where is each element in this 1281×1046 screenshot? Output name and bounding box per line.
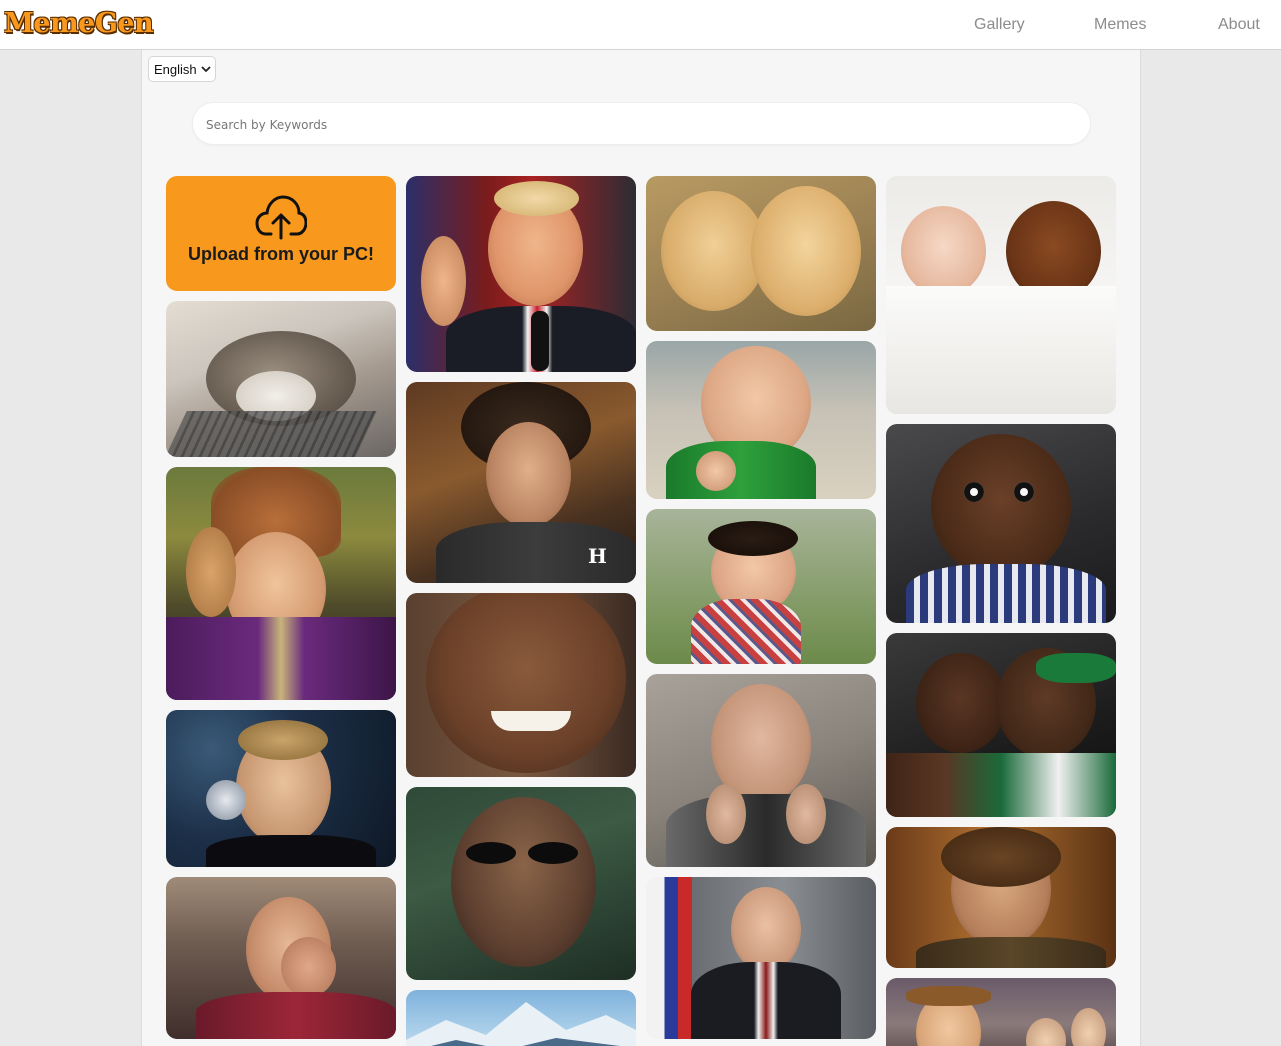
search-input[interactable] — [206, 115, 1066, 135]
meme-template-dicaprio-cheers[interactable] — [166, 710, 396, 867]
meme-template-baby-and-dog[interactable] — [886, 176, 1116, 414]
nav-memes[interactable]: Memes — [1094, 16, 1146, 34]
meme-template-wonka[interactable] — [166, 467, 396, 700]
memegen-logo[interactable]: MemeGen — [4, 8, 154, 39]
search-bar — [192, 102, 1091, 145]
meme-template-trump[interactable] — [406, 176, 636, 372]
meme-template-sleepy-cat[interactable] — [166, 301, 396, 457]
meme-template-evil-toddler[interactable] — [646, 509, 876, 664]
nav-about[interactable]: About — [1218, 16, 1260, 34]
meme-template-basketball-kiss[interactable] — [886, 633, 1116, 817]
mountain-shape — [406, 1002, 636, 1046]
meme-template-putin[interactable] — [646, 877, 876, 1039]
meme-template-morpheus[interactable] — [406, 787, 636, 980]
upload-label: Upload from your PC! — [187, 244, 374, 264]
nav-gallery[interactable]: Gallery — [974, 16, 1025, 34]
top-header: MemeGen Gallery Memes About — [0, 0, 1281, 50]
meme-template-mountain-top[interactable] — [406, 990, 636, 1046]
meme-template-picard-facepalm[interactable] — [166, 877, 396, 1039]
meme-template-obama-laughing[interactable] — [406, 593, 636, 777]
meme-template-one-does-not-simply[interactable] — [886, 827, 1116, 968]
meme-template-ancient-aliens[interactable]: H — [406, 382, 636, 583]
upload-button[interactable]: Upload from your PC! — [166, 176, 396, 291]
meme-template-finger-pointing-man[interactable] — [646, 674, 876, 867]
language-select[interactable]: English — [148, 56, 216, 82]
meme-template-puppies-kissing[interactable] — [646, 176, 876, 331]
cloud-upload-icon — [255, 195, 307, 240]
main-container: English Upload from your PC! — [141, 50, 1141, 1046]
chevron-down-icon — [201, 66, 211, 73]
language-select-value: English — [154, 62, 197, 77]
meme-template-toy-story[interactable] — [886, 978, 1116, 1046]
meme-template-surprised-baby[interactable] — [886, 424, 1116, 623]
meme-template-success-kid[interactable] — [646, 341, 876, 499]
